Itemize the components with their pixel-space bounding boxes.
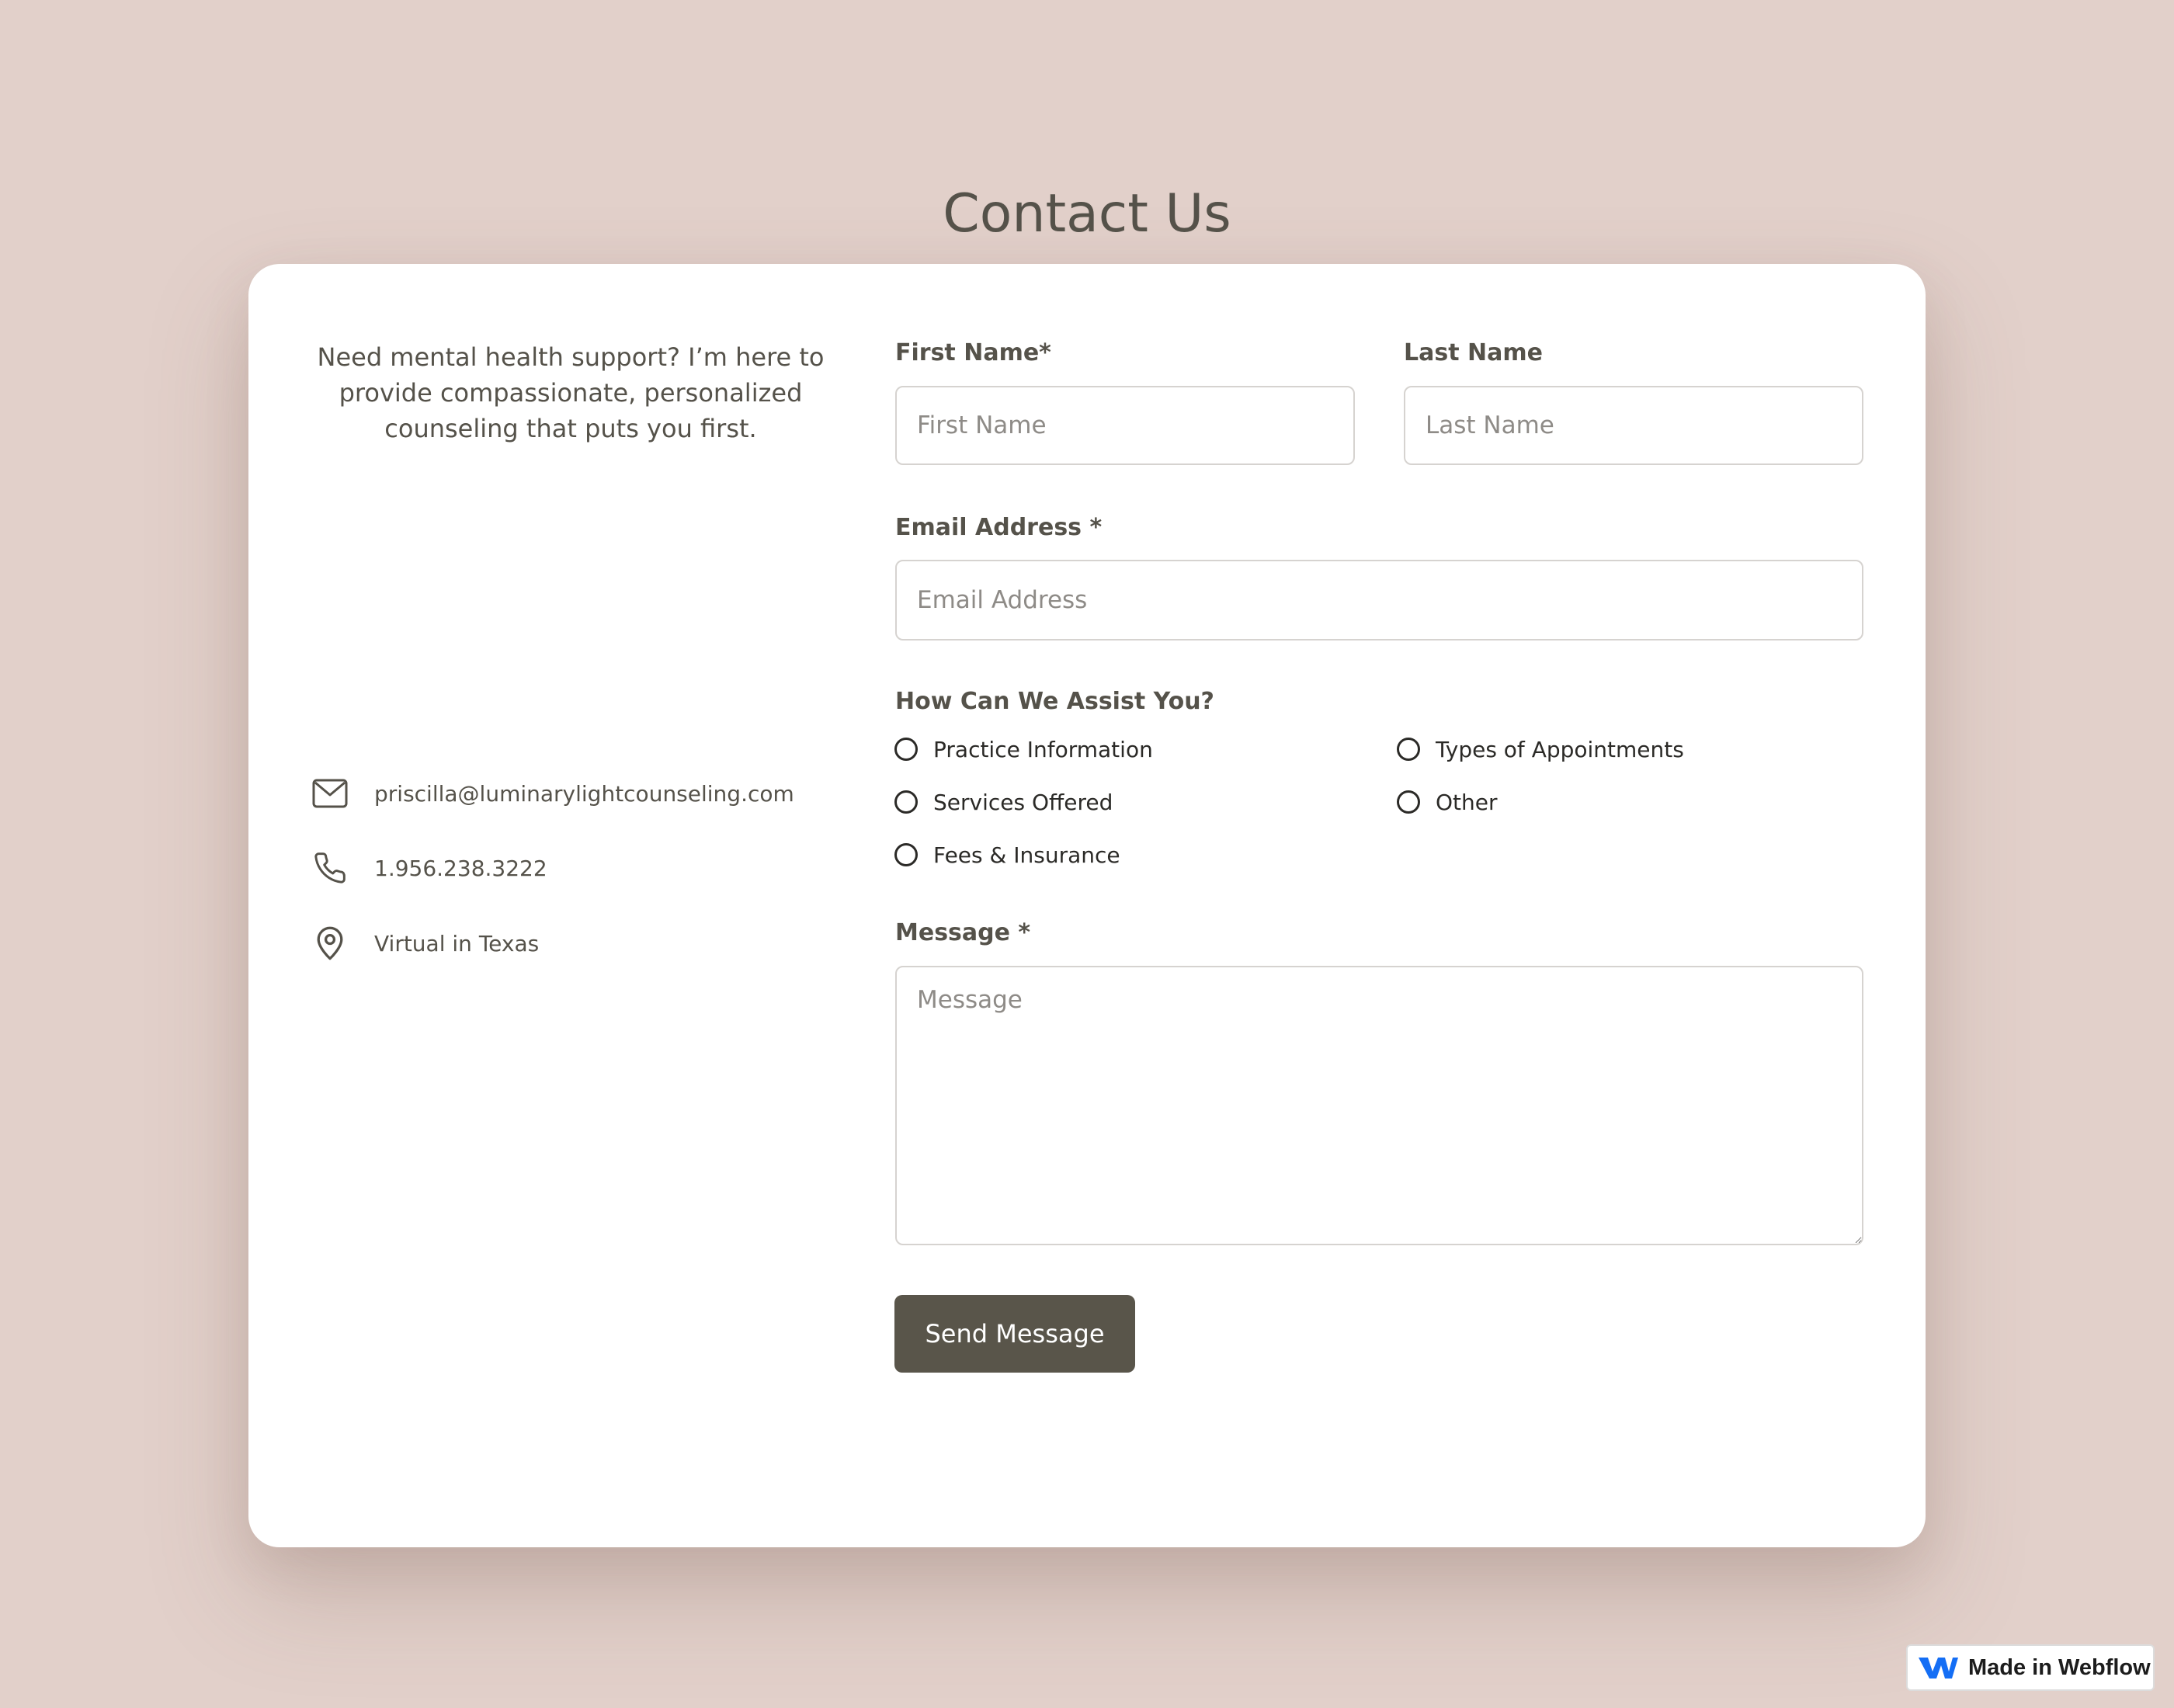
first-name-input[interactable]: [895, 386, 1355, 465]
radio-circle[interactable]: [894, 843, 918, 866]
contact-email-link[interactable]: priscilla@luminarylightcounseling.com: [374, 781, 794, 807]
message-textarea[interactable]: [895, 966, 1863, 1245]
message-label: Message *: [895, 919, 1031, 946]
radio-label: Services Offered: [933, 789, 1113, 815]
radio-circle[interactable]: [1397, 738, 1420, 761]
last-name-label: Last Name: [1404, 339, 1543, 366]
radio-circle[interactable]: [894, 738, 918, 761]
radio-label: Types of Appointments: [1436, 736, 1684, 762]
radio-practice-information[interactable]: Practice Information: [894, 734, 1153, 765]
radio-other[interactable]: Other: [1397, 786, 1498, 818]
contact-phone-row: 1.956.238.3222: [312, 849, 547, 887]
phone-icon: [312, 850, 348, 886]
map-pin-icon: [312, 925, 348, 961]
badge-text: Made in Webflow: [1968, 1654, 2151, 1680]
email-input[interactable]: [895, 560, 1863, 640]
webflow-logo-icon: [1917, 1652, 1960, 1683]
radio-types-of-appointments[interactable]: Types of Appointments: [1397, 734, 1684, 765]
radio-label: Practice Information: [933, 736, 1153, 762]
made-in-webflow-badge[interactable]: Made in Webflow: [1906, 1644, 2155, 1691]
page-title: Contact Us: [943, 183, 1231, 245]
radio-label: Fees & Insurance: [933, 842, 1120, 868]
first-name-label: First Name*: [895, 339, 1051, 366]
radio-fees-insurance[interactable]: Fees & Insurance: [894, 839, 1120, 870]
intro-text: Need mental health support? I’m here to …: [317, 342, 825, 443]
contact-email-row: priscilla@luminarylightcounseling.com: [312, 774, 794, 813]
radio-circle[interactable]: [1397, 790, 1420, 814]
last-name-input[interactable]: [1404, 386, 1863, 465]
contact-location-text: Virtual in Texas: [374, 930, 540, 956]
contact-location-row: Virtual in Texas: [312, 924, 539, 963]
envelope-icon: [312, 776, 348, 811]
assist-label: How Can We Assist You?: [895, 688, 1214, 715]
send-message-button[interactable]: Send Message: [894, 1295, 1135, 1373]
radio-label: Other: [1436, 789, 1498, 815]
contact-card: Need mental health support? I’m here to …: [248, 264, 1926, 1547]
radio-services-offered[interactable]: Services Offered: [894, 786, 1113, 818]
contact-phone-link[interactable]: 1.956.238.3222: [374, 856, 547, 881]
radio-circle[interactable]: [894, 790, 918, 814]
email-label: Email Address *: [895, 514, 1103, 541]
